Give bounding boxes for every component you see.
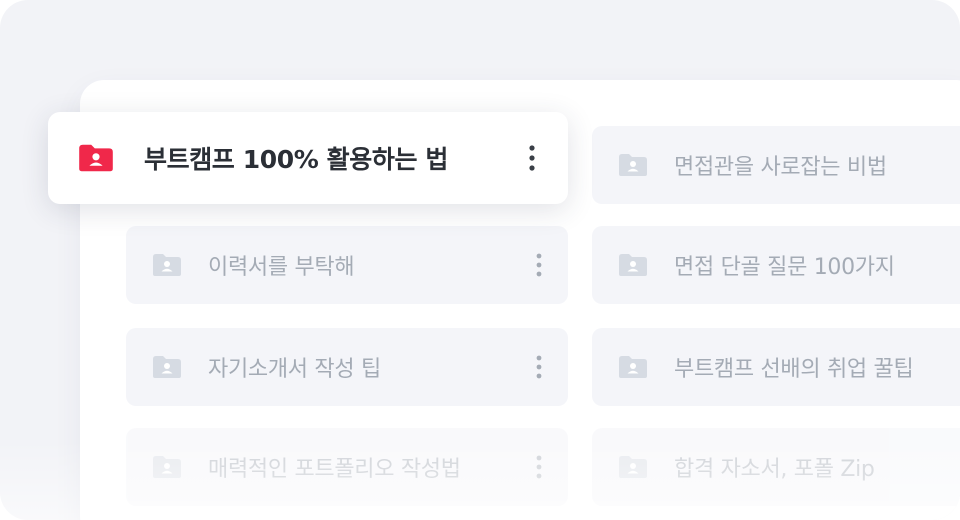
folder-user-icon	[79, 144, 113, 172]
folder-label: 부트캠프 선배의 취업 꿀팁	[674, 357, 914, 382]
kebab-menu-icon[interactable]	[533, 354, 545, 380]
folder-label: 면접 단골 질문 100가지	[674, 255, 895, 280]
folder-card[interactable]: 부트캠프 선배의 취업 꿀팁	[592, 328, 960, 406]
featured-folder-card[interactable]: 부트캠프 100% 활용하는 법	[48, 112, 568, 204]
folder-card[interactable]: 매력적인 포트폴리오 작성법	[126, 428, 568, 506]
folder-user-icon	[619, 154, 647, 176]
folder-card[interactable]: 자기소개서 작성 팁	[126, 328, 568, 406]
folder-card[interactable]: 면접관을 사로잡는 비법	[592, 126, 960, 204]
folder-user-icon	[619, 356, 647, 378]
featured-folder-label: 부트캠프 100% 활용하는 법	[144, 145, 448, 174]
folder-card[interactable]: 면접 단골 질문 100가지	[592, 226, 960, 304]
app-background: 면접관을 사로잡는 비법 이력서를 부탁해 면접 단골 질문 100가지 자기소…	[0, 0, 960, 520]
folder-user-icon	[619, 456, 647, 478]
folder-label: 면접관을 사로잡는 비법	[674, 155, 887, 180]
folder-card[interactable]: 합격 자소서, 포폴 Zip	[592, 428, 960, 506]
folder-user-icon	[153, 456, 181, 478]
folder-user-icon	[153, 356, 181, 378]
folder-user-icon	[153, 254, 181, 276]
folder-label: 매력적인 포트폴리오 작성법	[208, 457, 461, 482]
folder-label: 합격 자소서, 포폴 Zip	[674, 457, 875, 482]
kebab-menu-icon[interactable]	[533, 252, 545, 278]
folder-card[interactable]: 이력서를 부탁해	[126, 226, 568, 304]
folder-label: 이력서를 부탁해	[208, 255, 355, 280]
kebab-menu-icon[interactable]	[526, 144, 538, 172]
folder-label: 자기소개서 작성 팁	[208, 357, 381, 382]
kebab-menu-icon[interactable]	[533, 454, 545, 480]
folder-user-icon	[619, 254, 647, 276]
